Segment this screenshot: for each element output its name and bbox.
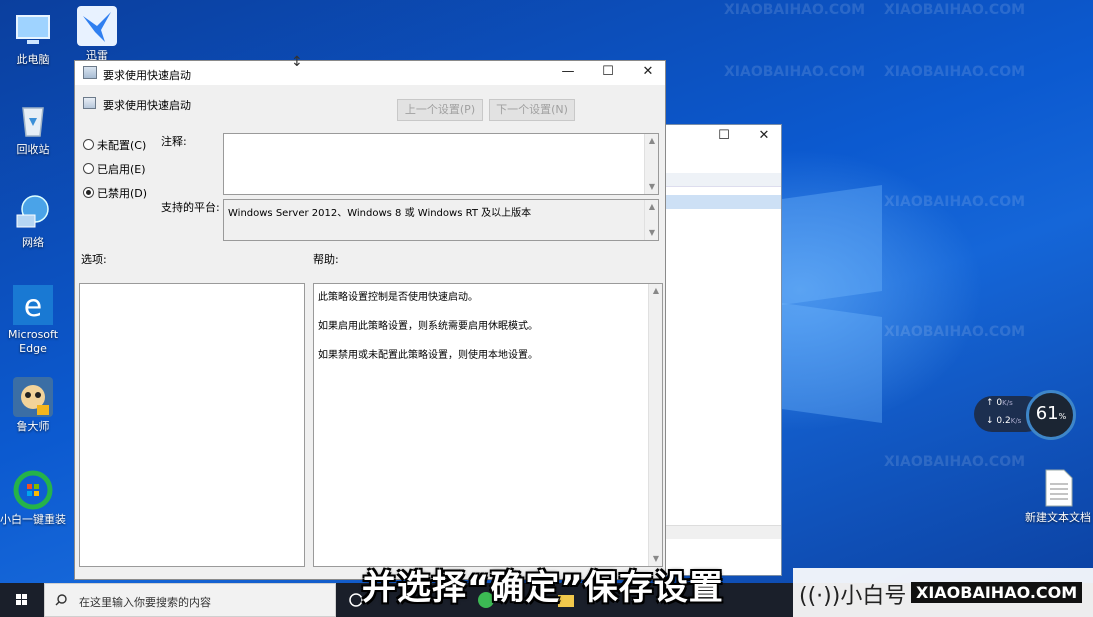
scroll-down-icon[interactable]: ▼: [645, 180, 659, 194]
download-speed-value: 0.2: [996, 416, 1011, 426]
resize-cursor-icon: ↕: [291, 54, 303, 70]
list-item-selected[interactable]: [661, 195, 781, 209]
desktop-icon-label: 此电脑: [16, 53, 50, 66]
radio-not-configured[interactable]: 未配置(C): [83, 137, 146, 153]
desktop-icon-new-text-document[interactable]: 新建文本文档: [1025, 468, 1091, 525]
setting-name: 要求使用快速启动: [103, 99, 191, 112]
xunlei-bird-icon: [77, 6, 117, 46]
network-speed-widget[interactable]: ↑ 0K/s ↓ 0.2K/s 61%: [974, 390, 1076, 440]
help-text-line: 此策略设置控制是否使用快速启动。: [318, 292, 478, 303]
text-document-icon: [1038, 468, 1078, 508]
comment-textarea[interactable]: ▲ ▼: [223, 133, 659, 195]
policy-icon: [83, 66, 97, 79]
radio-circle[interactable]: [83, 163, 94, 174]
horizontal-scrollbar[interactable]: [661, 525, 781, 539]
desktop-icon-label: 新建文本文档: [1025, 511, 1091, 524]
ludashi-icon: [13, 377, 53, 417]
taskbar-search-box[interactable]: 在这里输入你要搜索的内容: [44, 583, 336, 617]
desktop-icon-xunlei[interactable]: 迅雷: [64, 6, 130, 61]
maximize-icon[interactable]: ☐: [713, 127, 735, 145]
scroll-down-icon[interactable]: ▼: [645, 226, 659, 240]
desktop-icon-label: 回收站: [16, 143, 50, 156]
edge-browser-icon: e: [13, 285, 53, 325]
help-panel: 此策略设置控制是否使用快速启动。 如果启用此策略设置，则系统需要启用休眠模式。 …: [313, 283, 663, 567]
desktop-icon-label: 网络: [22, 236, 44, 249]
radio-circle-selected[interactable]: [83, 187, 94, 198]
desktop-icon-edge[interactable]: e Microsoft Edge: [0, 285, 66, 356]
memory-usage-unit: %: [1058, 412, 1067, 421]
windows-logo-pane: [782, 184, 882, 306]
desktop-icon-label: Microsoft Edge: [7, 328, 59, 355]
help-scrollbar[interactable]: ▲ ▼: [648, 284, 662, 566]
brand-name: ((·))小白号: [799, 584, 907, 609]
upload-speed: ↑ 0K/s: [986, 398, 1013, 408]
help-label: 帮助:: [313, 253, 339, 266]
desktop-icon-label: 鲁大师: [16, 420, 50, 433]
search-icon: [55, 594, 67, 606]
radio-disabled[interactable]: 已禁用(D): [83, 185, 147, 201]
list-header: [661, 173, 781, 187]
desktop-icon-xiaobai-reinstall[interactable]: 小白一键重装: [0, 470, 66, 527]
scroll-up-icon[interactable]: ▲: [649, 284, 663, 298]
svg-text:e: e: [24, 289, 42, 324]
background-window[interactable]: ☐ ✕: [660, 124, 782, 576]
previous-setting-button[interactable]: 上一个设置(P): [397, 99, 483, 121]
supported-platform-box: Windows Server 2012、Windows 8 或 Windows …: [223, 199, 659, 241]
network-globe-icon: [13, 193, 53, 233]
policy-setting-dialog: 要求使用快速启动 — ☐ ✕ 要求使用快速启动 上一个设置(P) 下一个设置(N…: [74, 60, 666, 580]
memory-usage-percent: 61%: [1026, 403, 1076, 424]
policy-icon: [83, 97, 96, 109]
start-button[interactable]: [0, 583, 44, 617]
brand-watermark: ((·))小白号 XIAOBAIHAO.COM: [793, 568, 1093, 617]
recycle-bin-icon: [13, 100, 53, 140]
scroll-up-icon[interactable]: ▲: [645, 134, 659, 148]
search-placeholder: 在这里输入你要搜索的内容: [79, 596, 211, 609]
computer-icon: [13, 10, 53, 50]
radio-label: 已启用(E): [97, 163, 146, 176]
help-text-line: 如果禁用或未配置此策略设置，则使用本地设置。: [318, 350, 538, 361]
dialog-titlebar: 要求使用快速启动 — ☐ ✕: [75, 61, 665, 85]
next-setting-button[interactable]: 下一个设置(N): [489, 99, 575, 121]
minimize-icon[interactable]: —: [557, 63, 579, 81]
radio-circle[interactable]: [83, 139, 94, 150]
windows-logo-pane: [782, 302, 882, 424]
comment-scrollbar[interactable]: ▲ ▼: [644, 134, 658, 194]
close-icon[interactable]: ✕: [753, 127, 775, 145]
maximize-icon[interactable]: ☐: [597, 63, 619, 81]
desktop-icon-label: 小白一键重装: [0, 513, 66, 526]
dialog-title: 要求使用快速启动: [103, 69, 191, 82]
desktop-icon-this-pc[interactable]: 此电脑: [0, 10, 66, 67]
radio-label: 已禁用(D): [97, 187, 148, 200]
close-icon[interactable]: ✕: [637, 63, 659, 81]
brand-url: XIAOBAIHAO.COM: [911, 582, 1083, 603]
help-text-line: 如果启用此策略设置，则系统需要启用休眠模式。: [318, 321, 538, 332]
comment-label: 注释:: [161, 135, 187, 148]
desktop-icon-recycle-bin[interactable]: 回收站: [0, 100, 66, 157]
supported-platform-text: Windows Server 2012、Windows 8 或 Windows …: [228, 208, 532, 219]
download-speed: ↓ 0.2K/s: [986, 416, 1022, 426]
supported-platform-label: 支持的平台:: [161, 201, 220, 214]
radio-enabled[interactable]: 已启用(E): [83, 161, 146, 177]
windows-start-icon: [16, 594, 27, 605]
upload-speed-unit: K/s: [1002, 399, 1013, 407]
xiaobai-reinstall-icon: [13, 470, 53, 510]
platform-scrollbar[interactable]: ▲ ▼: [644, 200, 658, 240]
options-label: 选项:: [81, 253, 107, 266]
scroll-up-icon[interactable]: ▲: [645, 200, 659, 214]
radio-label: 未配置(C): [97, 139, 147, 152]
memory-usage-value: 61: [1035, 403, 1059, 424]
download-speed-unit: K/s: [1010, 417, 1022, 425]
desktop-icon-network[interactable]: 网络: [0, 193, 66, 250]
options-panel: [79, 283, 305, 567]
desktop-icon-ludashi[interactable]: 鲁大师: [0, 377, 66, 434]
background-window-titlebar: ☐ ✕: [661, 125, 781, 147]
video-subtitle: 并选择“确定”保存设置: [362, 568, 724, 608]
